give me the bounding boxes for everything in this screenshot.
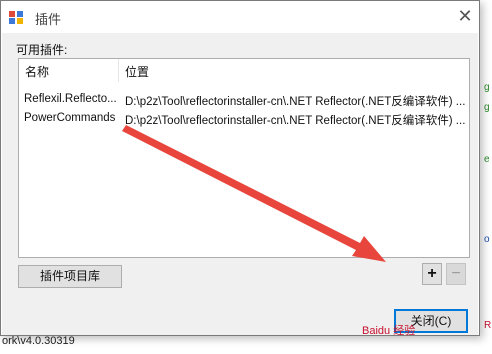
list-item[interactable]: Reflexil.Reflecto... D:\p2z\Tool\reflect… [19,92,469,110]
window-title: 插件 [35,12,62,27]
remove-plugin-button[interactable]: − [446,263,466,285]
background-version-text: ork\v4.0.30319 [2,335,75,347]
app-icon [9,11,23,24]
background-edge-glyph: o [484,234,490,245]
close-icon[interactable]: ✕ [453,3,477,29]
background-edge-glyph: R [484,320,492,331]
plugin-location: D:\p2z\Tool\reflectorinstaller-cn\.NET R… [125,96,465,108]
available-plugins-label: 可用插件: [16,43,68,57]
plugin-location: D:\p2z\Tool\reflectorinstaller-cn\.NET R… [125,115,465,127]
background-edge-glyph: g [484,102,490,113]
watermark: Baidu 经验 [362,325,416,337]
background-edge-glyph: e [484,154,490,165]
column-divider[interactable] [118,59,119,82]
plugin-library-button[interactable]: 插件项目库 [18,265,122,288]
plugins-list[interactable]: 名称 位置 Reflexil.Reflecto... D:\p2z\Tool\r… [18,58,470,258]
add-plugin-button[interactable]: + [422,263,442,285]
title-bar[interactable]: 插件 ✕ [1,1,479,33]
list-header: 名称 位置 [19,59,469,82]
column-header-location[interactable]: 位置 [125,63,149,80]
list-item[interactable]: PowerCommands D:\p2z\Tool\reflectorinsta… [19,111,469,129]
background-edge-glyph: g [484,82,490,93]
column-header-name[interactable]: 名称 [25,63,49,80]
plugins-dialog: 插件 ✕ 可用插件: 名称 位置 Reflexil.Reflecto... D:… [0,0,480,336]
plugin-name: PowerCommands [24,112,116,124]
dialog-body: 可用插件: 名称 位置 Reflexil.Reflecto... D:\p2z\… [2,33,478,335]
plugin-name: Reflexil.Reflecto... [24,93,117,105]
